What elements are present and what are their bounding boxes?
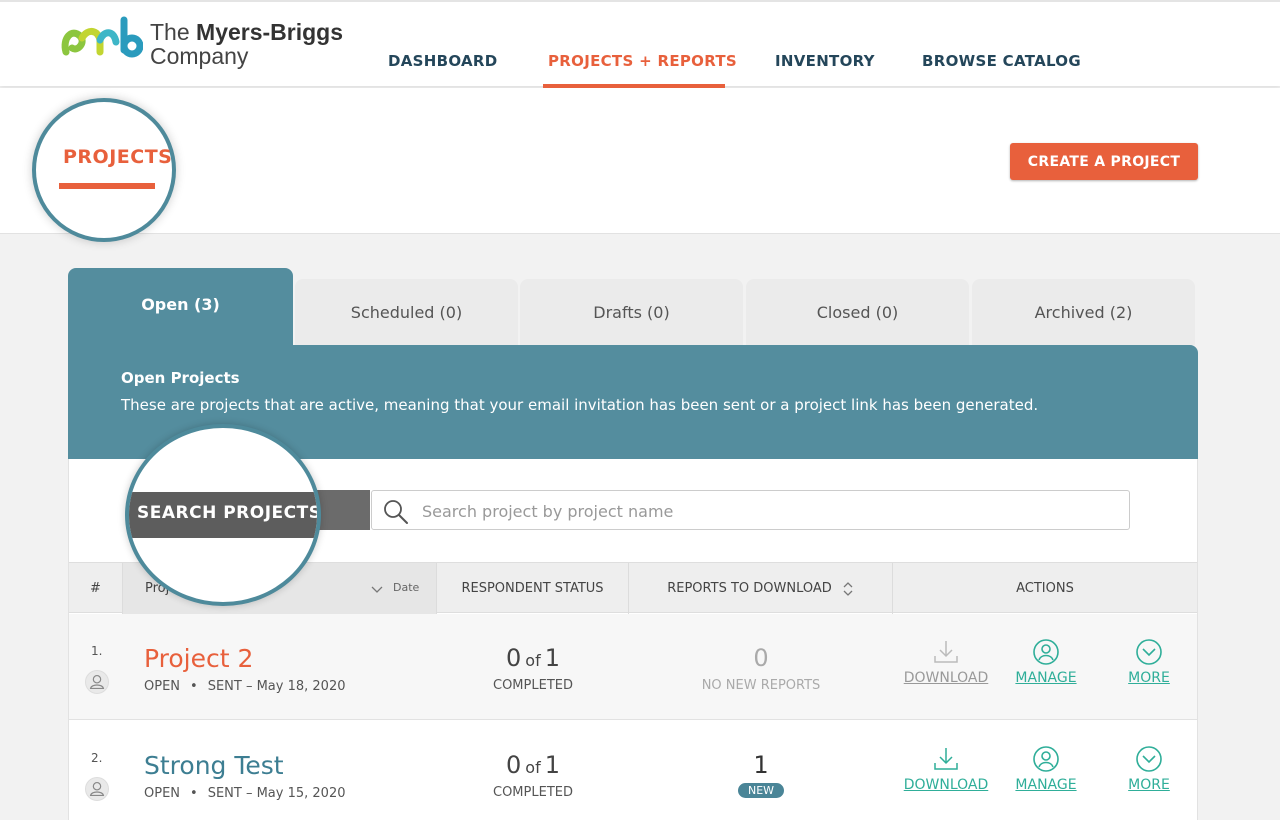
manage-action[interactable]: MANAGE xyxy=(996,638,1096,686)
completed-count: 0 xyxy=(506,751,522,779)
project-meta: OPEN • SENT – May 18, 2020 xyxy=(144,679,345,694)
reports-to-download: 0 NO NEW REPORTS xyxy=(629,644,893,693)
nav-inventory[interactable]: INVENTORY xyxy=(775,52,875,70)
more-link[interactable]: MORE xyxy=(1099,777,1199,793)
manage-link[interactable]: MANAGE xyxy=(996,777,1096,793)
reports-count: 1 xyxy=(753,751,769,779)
more-link[interactable]: MORE xyxy=(1099,670,1199,686)
table-row: 2. Strong Test OPEN • SENT – May 15, 2020 … xyxy=(69,721,1197,820)
project-state: OPEN xyxy=(144,679,181,694)
brand-prefix: The xyxy=(150,19,197,45)
page-title: PROJECTS xyxy=(63,146,173,168)
download-icon xyxy=(934,641,958,663)
chevron-circle-down-icon xyxy=(1136,639,1162,665)
more-action[interactable]: MORE xyxy=(1099,745,1199,793)
separator-dot: • xyxy=(190,786,198,801)
info-description: These are projects that are active, mean… xyxy=(121,396,1039,414)
search-label-highlight: SEARCH PROJECTS xyxy=(125,424,321,606)
reports-count: 0 xyxy=(753,644,769,672)
manage-link[interactable]: MANAGE xyxy=(996,670,1096,686)
myers-briggs-logo-icon[interactable] xyxy=(58,16,143,64)
tab-scheduled[interactable]: Scheduled (0) xyxy=(295,279,518,345)
manage-action[interactable]: MANAGE xyxy=(996,745,1096,793)
user-icon xyxy=(85,777,109,801)
column-header-actions: ACTIONS xyxy=(1016,581,1074,596)
column-header-respondent-status: RESPONDENT STATUS xyxy=(437,563,629,614)
more-action[interactable]: MORE xyxy=(1099,638,1199,686)
reports-to-download: 1 NEW xyxy=(629,751,893,798)
project-name-link[interactable]: Strong Test xyxy=(144,751,284,780)
user-icon xyxy=(85,670,109,694)
brand-name: The Myers-Briggs Company xyxy=(150,20,343,68)
brand-bold: Myers-Briggs xyxy=(196,19,344,45)
reports-label: NO NEW REPORTS xyxy=(701,678,821,693)
total-count: 1 xyxy=(544,751,560,779)
status-label: COMPLETED xyxy=(493,785,573,800)
search-field[interactable] xyxy=(371,490,1130,530)
search-icon xyxy=(384,500,408,524)
download-link[interactable]: DOWNLOAD xyxy=(896,670,996,686)
new-badge: NEW xyxy=(737,783,785,798)
download-link[interactable]: DOWNLOAD xyxy=(896,777,996,793)
table-row: 1. Project 2 OPEN • SENT – May 18, 2020 0o… xyxy=(69,614,1197,720)
tab-open[interactable]: Open (3) xyxy=(68,268,293,346)
search-label-bar xyxy=(315,490,370,530)
page-title-underline xyxy=(59,183,155,189)
project-state: OPEN xyxy=(144,786,181,801)
project-sent-date: SENT – May 15, 2020 xyxy=(207,786,346,801)
sort-icon[interactable] xyxy=(842,581,854,597)
search-label: SEARCH PROJECTS xyxy=(137,503,321,523)
create-project-button[interactable]: CREATE A PROJECT xyxy=(1010,143,1198,180)
row-number: 1. xyxy=(91,644,103,658)
info-title: Open Projects xyxy=(121,369,240,387)
respondent-status: 0 of 1 COMPLETED xyxy=(437,751,629,800)
column-header-reports-label: REPORTS TO DOWNLOAD xyxy=(667,581,832,596)
nav-projects-reports[interactable]: PROJECTS + REPORTS xyxy=(548,52,737,70)
brand-line2: Company xyxy=(150,43,249,69)
projects-title-highlight: PROJECTS xyxy=(32,98,176,242)
download-icon xyxy=(934,748,958,770)
nav-browse-catalog[interactable]: BROWSE CATALOG xyxy=(922,52,1081,70)
status-label: COMPLETED xyxy=(493,678,573,693)
total-count: 1 xyxy=(544,644,560,672)
chevron-down-icon[interactable] xyxy=(371,583,383,595)
project-name-link[interactable]: Project 2 xyxy=(144,644,253,673)
row-number: 2. xyxy=(91,751,103,765)
download-action[interactable]: DOWNLOAD xyxy=(896,745,996,793)
column-header-number: # xyxy=(69,563,123,614)
tab-closed[interactable]: Closed (0) xyxy=(746,279,969,345)
user-circle-icon xyxy=(1033,639,1059,665)
separator-dot: • xyxy=(190,679,198,694)
of-label: of xyxy=(525,758,541,777)
nav-dashboard[interactable]: DASHBOARD xyxy=(388,52,498,70)
project-sent-date: SENT – May 18, 2020 xyxy=(207,679,346,694)
tab-archived[interactable]: Archived (2) xyxy=(972,279,1195,345)
user-circle-icon xyxy=(1033,746,1059,772)
column-header-date[interactable]: Date xyxy=(393,581,419,594)
respondent-status: 0 of 1 COMPLETED xyxy=(437,644,629,693)
completed-count: 0 xyxy=(506,644,522,672)
download-action[interactable]: DOWNLOAD xyxy=(896,638,996,686)
top-navigation-bar: The Myers-Briggs Company DASHBOARD PROJE… xyxy=(0,0,1280,86)
tab-drafts[interactable]: Drafts (0) xyxy=(520,279,743,345)
search-input[interactable] xyxy=(422,499,1112,523)
chevron-circle-down-icon xyxy=(1136,746,1162,772)
of-label: of xyxy=(525,651,541,670)
project-meta: OPEN • SENT – May 15, 2020 xyxy=(144,786,345,801)
column-header-reports[interactable]: REPORTS TO DOWNLOAD xyxy=(629,563,893,614)
